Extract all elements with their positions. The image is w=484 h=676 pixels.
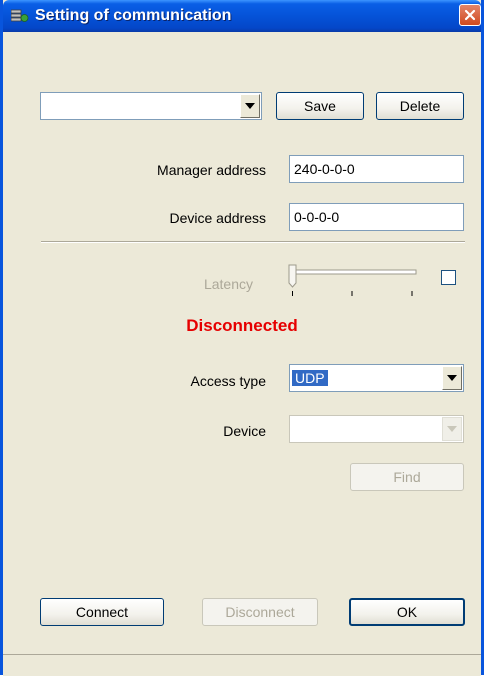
- access-type-combo[interactable]: UDP: [289, 364, 464, 392]
- save-button[interactable]: Save: [276, 92, 364, 120]
- connection-status: Disconnected: [186, 316, 298, 335]
- close-button[interactable]: [459, 4, 481, 26]
- dropdown-arrow-icon: [245, 103, 255, 109]
- latency-slider-thumb[interactable]: [288, 264, 297, 288]
- device-address-input[interactable]: 0-0-0-0: [289, 203, 464, 231]
- app-icon: [10, 9, 29, 23]
- dialog-window: Setting of communication Save Delete Man…: [0, 0, 484, 676]
- latency-label: Latency: [203, 276, 253, 292]
- separator: [41, 241, 465, 243]
- dropdown-arrow-icon: [447, 375, 457, 381]
- latency-checkbox[interactable]: [441, 270, 456, 285]
- access-type-combo-arrow[interactable]: [442, 366, 462, 390]
- device-combo-arrow[interactable]: [442, 417, 462, 441]
- device-combo[interactable]: [289, 415, 464, 443]
- device-address-label: Device address: [169, 210, 267, 226]
- manager-address-input[interactable]: 240-0-0-0: [289, 155, 464, 183]
- disconnect-button[interactable]: Disconnect: [202, 598, 318, 626]
- window-title: Setting of communication: [35, 7, 232, 24]
- access-type-value: UDP: [292, 370, 328, 386]
- profile-combo-arrow[interactable]: [240, 94, 260, 118]
- profile-combo[interactable]: [40, 92, 262, 120]
- status-bar: [3, 654, 481, 676]
- device-label: Device: [223, 423, 266, 439]
- dropdown-arrow-icon: [447, 426, 457, 432]
- manager-address-label: Manager address: [157, 162, 266, 178]
- find-button[interactable]: Find: [350, 463, 464, 491]
- connect-button[interactable]: Connect: [40, 598, 164, 626]
- delete-button[interactable]: Delete: [376, 92, 464, 120]
- title-bar[interactable]: Setting of communication: [3, 0, 481, 32]
- access-type-label: Access type: [190, 373, 266, 389]
- ok-button[interactable]: OK: [349, 598, 465, 626]
- close-icon: [464, 9, 476, 21]
- latency-slider[interactable]: [286, 263, 421, 299]
